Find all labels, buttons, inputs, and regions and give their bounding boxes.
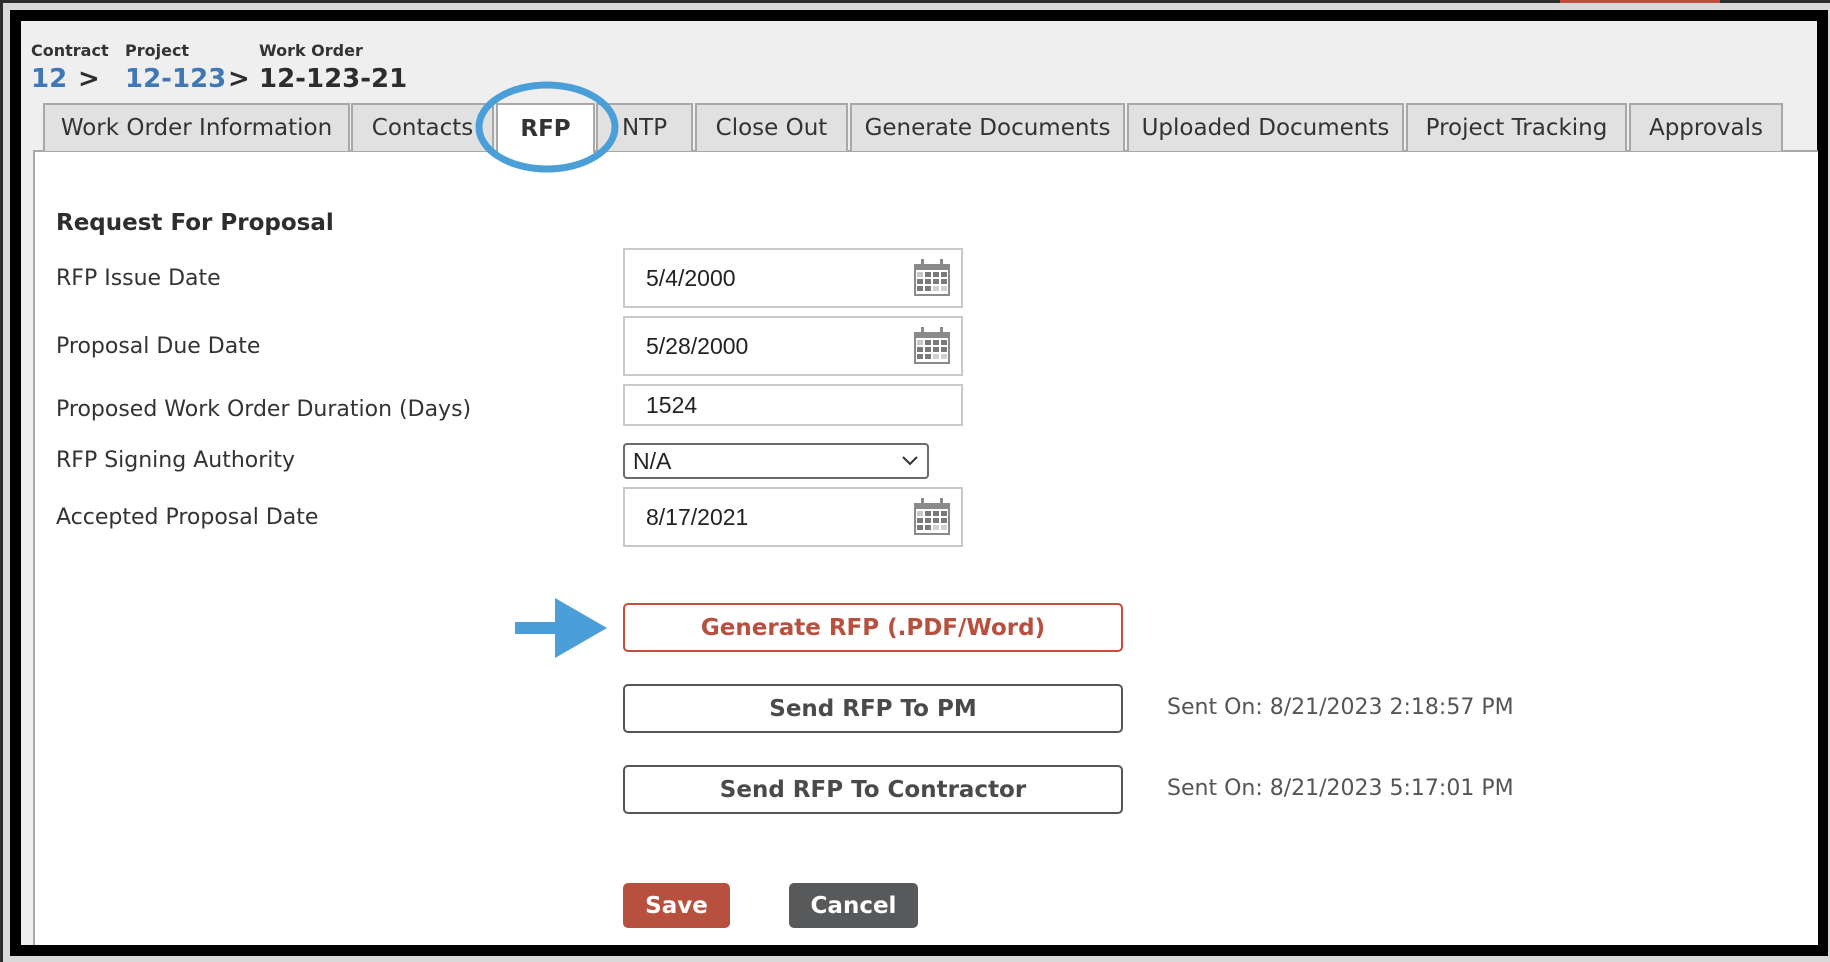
tab-close-out[interactable]: Close Out (695, 103, 848, 151)
tab-ntp[interactable]: NTP (596, 103, 693, 151)
tab-generate-documents[interactable]: Generate Documents (850, 103, 1125, 151)
tab-project-tracking[interactable]: Project Tracking (1406, 103, 1627, 151)
tab-uploaded-documents[interactable]: Uploaded Documents (1127, 103, 1404, 151)
left-strip (0, 0, 3, 962)
rfp-issue-date-value: 5/4/2000 (646, 264, 736, 291)
calendar-icon[interactable] (913, 498, 951, 536)
duration-input[interactable]: 1524 (623, 384, 963, 426)
signing-authority-value: N/A (633, 447, 672, 474)
top-accent (1560, 0, 1720, 3)
proposal-due-date-input[interactable]: 5/28/2000 (623, 316, 963, 376)
work-order-value: 12-123-21 (259, 64, 408, 94)
rfp-issue-date-input[interactable]: 5/4/2000 (623, 248, 963, 308)
project-label: Project (125, 41, 190, 60)
calendar-icon[interactable] (913, 327, 951, 365)
breadcrumb-separator: > (228, 64, 250, 94)
breadcrumb-separator: > (78, 64, 100, 94)
work-order-label: Work Order (259, 41, 363, 60)
signing-authority-select[interactable]: N/A (623, 443, 929, 479)
send-rfp-to-pm-button[interactable]: Send RFP To PM (623, 684, 1123, 733)
accepted-proposal-date-input[interactable]: 8/17/2021 (623, 487, 963, 547)
duration-value: 1524 (646, 391, 698, 418)
signing-authority-label: RFP Signing Authority (56, 448, 296, 473)
proposal-due-date-value: 5/28/2000 (646, 332, 749, 359)
proposal-due-date-label: Proposal Due Date (56, 334, 261, 359)
send-rfp-to-contractor-button[interactable]: Send RFP To Contractor (623, 765, 1123, 814)
project-link[interactable]: 12-123 (125, 63, 226, 95)
tab-contacts[interactable]: Contacts (351, 103, 494, 151)
arrow-annotation-icon (515, 598, 607, 658)
cancel-button[interactable]: Cancel (789, 883, 918, 928)
accepted-proposal-date-label: Accepted Proposal Date (56, 505, 319, 530)
send-to-pm-status: Sent On: 8/21/2023 2:18:57 PM (1167, 695, 1514, 720)
tab-approvals[interactable]: Approvals (1629, 103, 1783, 151)
save-button[interactable]: Save (623, 883, 730, 928)
section-heading: Request For Proposal (56, 210, 334, 236)
accepted-proposal-date-value: 8/17/2021 (646, 503, 749, 530)
tab-rfp[interactable]: RFP (496, 103, 595, 153)
calendar-icon[interactable] (913, 259, 951, 297)
chevron-down-icon (902, 456, 918, 466)
contract-link[interactable]: 12 (31, 63, 67, 95)
generate-rfp-button[interactable]: Generate RFP (.PDF/Word) (623, 603, 1123, 652)
duration-label: Proposed Work Order Duration (Days) (56, 397, 472, 422)
tab-work-order-information[interactable]: Work Order Information (43, 103, 350, 151)
send-to-contractor-status: Sent On: 8/21/2023 5:17:01 PM (1167, 776, 1514, 801)
rfp-issue-date-label: RFP Issue Date (56, 266, 221, 291)
contract-label: Contract (31, 41, 109, 60)
top-strip (0, 0, 1830, 3)
